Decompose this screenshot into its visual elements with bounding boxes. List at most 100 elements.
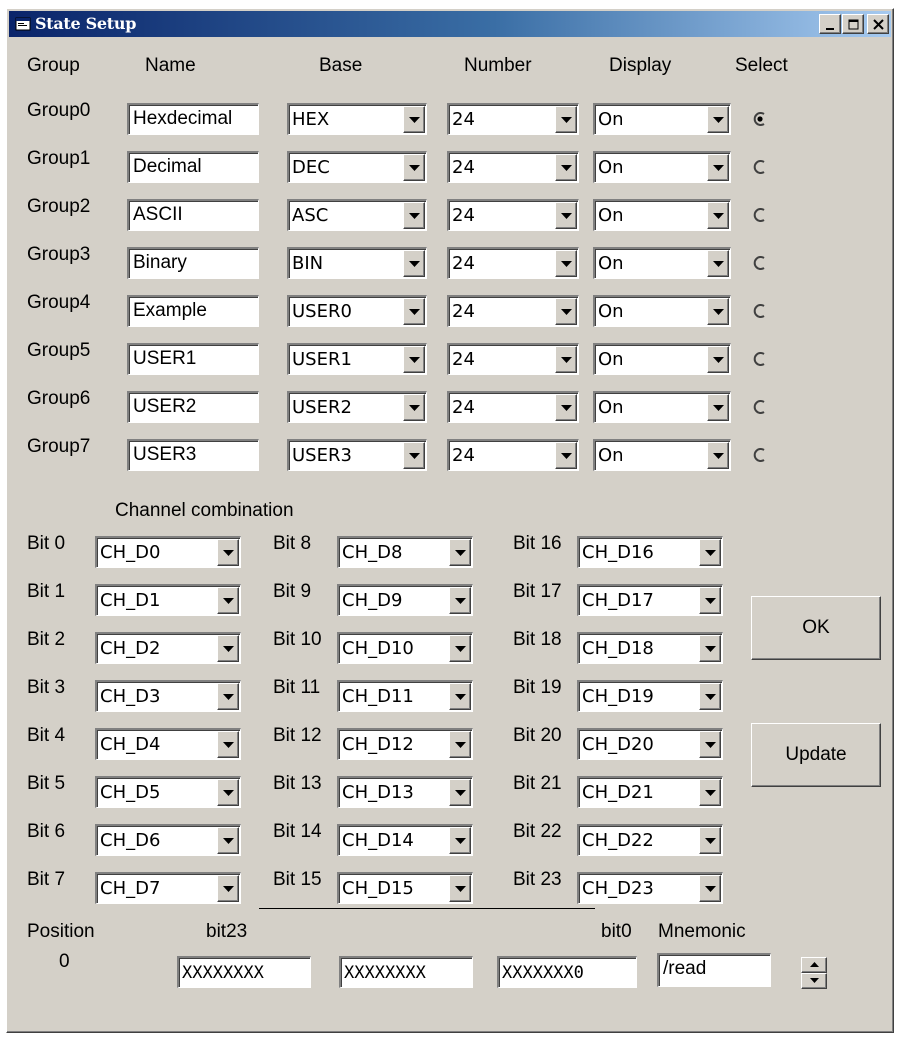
bit-channel-combo-11-dropdown-button[interactable] (449, 683, 471, 710)
group-name-input-7[interactable]: USER3 (127, 439, 259, 471)
group-number-combo-3-dropdown-button[interactable] (555, 250, 577, 277)
group-base-combo-4-dropdown-button[interactable] (403, 298, 425, 325)
bit-channel-combo-4[interactable]: CH_D4 (95, 728, 241, 760)
group-base-combo-6[interactable]: USER2 (287, 391, 427, 423)
bit-channel-combo-8[interactable]: CH_D8 (337, 536, 473, 568)
minimize-button[interactable] (819, 14, 841, 34)
spin-down-button[interactable] (801, 973, 827, 989)
group-name-input-2[interactable]: ASCII (127, 199, 259, 231)
bit-channel-combo-19-dropdown-button[interactable] (699, 683, 721, 710)
group-select-radio-2[interactable] (753, 207, 767, 223)
bit-channel-combo-15-dropdown-button[interactable] (449, 875, 471, 902)
group-base-combo-2[interactable]: ASC (287, 199, 427, 231)
group-base-combo-3[interactable]: BIN (287, 247, 427, 279)
group-base-combo-6-dropdown-button[interactable] (403, 394, 425, 421)
group-base-combo-5-dropdown-button[interactable] (403, 346, 425, 373)
group-number-combo-0-dropdown-button[interactable] (555, 106, 577, 133)
bit-channel-combo-0[interactable]: CH_D0 (95, 536, 241, 568)
group-name-input-0[interactable]: Hexdecimal (127, 103, 259, 135)
group-name-input-3[interactable]: Binary (127, 247, 259, 279)
spin-up-button[interactable] (801, 957, 827, 973)
group-base-combo-2-dropdown-button[interactable] (403, 202, 425, 229)
group-base-combo-0-dropdown-button[interactable] (403, 106, 425, 133)
group-number-combo-1-dropdown-button[interactable] (555, 154, 577, 181)
bit-channel-combo-23-dropdown-button[interactable] (699, 875, 721, 902)
group-base-combo-7-dropdown-button[interactable] (403, 442, 425, 469)
bit-channel-combo-22[interactable]: CH_D22 (577, 824, 723, 856)
group-number-combo-7[interactable]: 24 (447, 439, 579, 471)
group-select-radio-3[interactable] (753, 255, 767, 271)
group-number-combo-6-dropdown-button[interactable] (555, 394, 577, 421)
group-select-radio-1[interactable] (753, 159, 767, 175)
group-base-combo-4[interactable]: USER0 (287, 295, 427, 327)
group-display-combo-5[interactable]: On (593, 343, 731, 375)
group-display-combo-4[interactable]: On (593, 295, 731, 327)
bit-channel-combo-14-dropdown-button[interactable] (449, 827, 471, 854)
group-number-combo-0[interactable]: 24 (447, 103, 579, 135)
bit-channel-combo-8-dropdown-button[interactable] (449, 539, 471, 566)
group-number-combo-1[interactable]: 24 (447, 151, 579, 183)
group-base-combo-1-dropdown-button[interactable] (403, 154, 425, 181)
bit-channel-combo-17-dropdown-button[interactable] (699, 587, 721, 614)
ok-button[interactable]: OK (751, 596, 881, 660)
bit-channel-combo-2-dropdown-button[interactable] (217, 635, 239, 662)
close-button[interactable] (867, 14, 889, 34)
bit-channel-combo-9-dropdown-button[interactable] (449, 587, 471, 614)
pattern-field-mid[interactable]: XXXXXXXX (339, 956, 473, 988)
bit-channel-combo-21-dropdown-button[interactable] (699, 779, 721, 806)
bit-channel-combo-22-dropdown-button[interactable] (699, 827, 721, 854)
group-number-combo-7-dropdown-button[interactable] (555, 442, 577, 469)
group-display-combo-1-dropdown-button[interactable] (707, 154, 729, 181)
group-name-input-6[interactable]: USER2 (127, 391, 259, 423)
group-number-combo-6[interactable]: 24 (447, 391, 579, 423)
group-number-combo-4-dropdown-button[interactable] (555, 298, 577, 325)
bit-channel-combo-10-dropdown-button[interactable] (449, 635, 471, 662)
bit-channel-combo-2[interactable]: CH_D2 (95, 632, 241, 664)
pattern-field-low[interactable]: XXXXXXX0 (497, 956, 637, 988)
group-select-radio-0[interactable] (753, 111, 767, 127)
bit-channel-combo-1-dropdown-button[interactable] (217, 587, 239, 614)
bit-channel-combo-4-dropdown-button[interactable] (217, 731, 239, 758)
group-display-combo-0[interactable]: On (593, 103, 731, 135)
group-base-combo-3-dropdown-button[interactable] (403, 250, 425, 277)
bit-channel-combo-19[interactable]: CH_D19 (577, 680, 723, 712)
bit-channel-combo-11[interactable]: CH_D11 (337, 680, 473, 712)
group-base-combo-5[interactable]: USER1 (287, 343, 427, 375)
group-number-combo-5[interactable]: 24 (447, 343, 579, 375)
group-display-combo-4-dropdown-button[interactable] (707, 298, 729, 325)
group-number-combo-5-dropdown-button[interactable] (555, 346, 577, 373)
group-select-radio-5[interactable] (753, 351, 767, 367)
group-select-radio-4[interactable] (753, 303, 767, 319)
group-display-combo-3[interactable]: On (593, 247, 731, 279)
group-name-input-1[interactable]: Decimal (127, 151, 259, 183)
bit-channel-combo-5[interactable]: CH_D5 (95, 776, 241, 808)
group-display-combo-7-dropdown-button[interactable] (707, 442, 729, 469)
bit-channel-combo-7-dropdown-button[interactable] (217, 875, 239, 902)
group-base-combo-7[interactable]: USER3 (287, 439, 427, 471)
group-select-radio-7[interactable] (753, 447, 767, 463)
group-display-combo-7[interactable]: On (593, 439, 731, 471)
bit-channel-combo-6[interactable]: CH_D6 (95, 824, 241, 856)
bit-channel-combo-14[interactable]: CH_D14 (337, 824, 473, 856)
bit-channel-combo-16[interactable]: CH_D16 (577, 536, 723, 568)
group-base-combo-1[interactable]: DEC (287, 151, 427, 183)
group-number-combo-2-dropdown-button[interactable] (555, 202, 577, 229)
bit-channel-combo-7[interactable]: CH_D7 (95, 872, 241, 904)
bit-channel-combo-5-dropdown-button[interactable] (217, 779, 239, 806)
title-bar[interactable]: State Setup (9, 11, 891, 37)
bit-channel-combo-17[interactable]: CH_D17 (577, 584, 723, 616)
bit-channel-combo-15[interactable]: CH_D15 (337, 872, 473, 904)
bit-channel-combo-20[interactable]: CH_D20 (577, 728, 723, 760)
update-button[interactable]: Update (751, 723, 881, 787)
group-number-combo-3[interactable]: 24 (447, 247, 579, 279)
bit-channel-combo-3[interactable]: CH_D3 (95, 680, 241, 712)
bit-channel-combo-18-dropdown-button[interactable] (699, 635, 721, 662)
mnemonic-input[interactable]: /read (657, 953, 771, 987)
group-display-combo-3-dropdown-button[interactable] (707, 250, 729, 277)
bit-channel-combo-9[interactable]: CH_D9 (337, 584, 473, 616)
group-name-input-4[interactable]: Example (127, 295, 259, 327)
bit-channel-combo-3-dropdown-button[interactable] (217, 683, 239, 710)
bit-channel-combo-21[interactable]: CH_D21 (577, 776, 723, 808)
bit-channel-combo-1[interactable]: CH_D1 (95, 584, 241, 616)
group-display-combo-2[interactable]: On (593, 199, 731, 231)
